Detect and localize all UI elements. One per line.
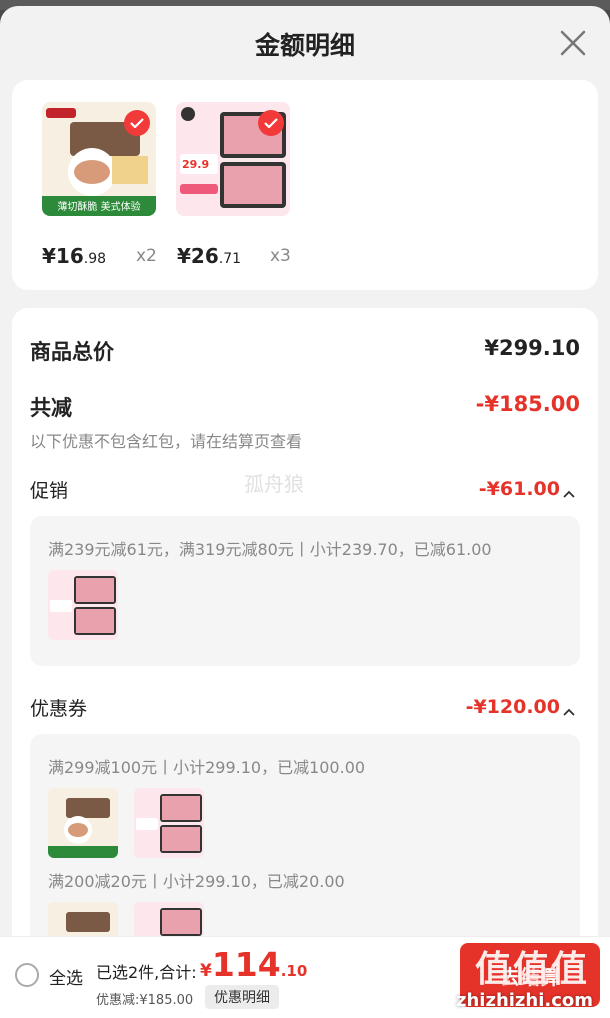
- discount-note: 以下优惠不包含红包，请在结算页查看: [30, 432, 303, 451]
- product-qty-1: x2: [136, 246, 157, 266]
- coupon-rule-2: 满200减20元丨小计299.10，已减20.00: [48, 872, 345, 891]
- select-all-label[interactable]: 全选: [49, 964, 83, 989]
- total-value: ¥299.10: [484, 336, 580, 360]
- site-logo-watermark: 值值值: [474, 949, 589, 990]
- amount-detail-card: 商品总价 ¥299.10 共减 -¥185.00 以下优惠不包含红包，请在结算页…: [12, 308, 598, 1018]
- promo-product-thumb: [48, 570, 118, 640]
- sheet-title: 金额明细: [254, 31, 355, 60]
- discount-amount: 优惠减:¥185.00: [96, 993, 194, 1008]
- discount-detail-button[interactable]: 优惠明细: [205, 985, 279, 1009]
- amount-detail-sheet: 金额明细 薄切酥脆 美式体验 29.9 ¥16.98 x2 ¥26.71 x3 …: [0, 6, 610, 1018]
- coupon-label: 优惠券: [30, 698, 88, 720]
- chevron-up-icon[interactable]: [562, 702, 576, 716]
- selected-check-icon: [124, 110, 150, 136]
- site-url-watermark: zhizhizhi.com: [456, 990, 594, 1011]
- coupon-product-thumb: [48, 788, 118, 858]
- product-image-1[interactable]: 薄切酥脆 美式体验: [42, 102, 156, 216]
- reduce-value: -¥185.00: [475, 392, 580, 416]
- promo-rule: 满239元减61元，满319元减80元丨小计239.70，已减61.00: [48, 540, 492, 559]
- select-all-radio[interactable]: [15, 963, 39, 987]
- chevron-up-icon[interactable]: [562, 484, 576, 498]
- total-label: 商品总价: [30, 340, 114, 364]
- close-icon[interactable]: [556, 26, 590, 60]
- promo-label: 促销: [30, 480, 69, 502]
- promo-box: 满239元减61元，满319元减80元丨小计239.70，已减61.00: [30, 516, 580, 666]
- selected-check-icon: [258, 110, 284, 136]
- product-qty-2: x3: [270, 246, 291, 266]
- watermark-text: 孤舟狼: [244, 472, 304, 496]
- product-promo-price: 29.9: [182, 158, 210, 171]
- product-item-1[interactable]: 薄切酥脆 美式体验: [42, 102, 156, 216]
- product-banner-text: 薄切酥脆 美式体验: [57, 202, 141, 213]
- product-price-2: ¥26.71: [177, 244, 242, 268]
- coupon-value[interactable]: -¥120.00: [466, 696, 560, 718]
- coupon-product-thumb: [134, 788, 204, 858]
- selected-count: 已选2件,合计:: [96, 963, 197, 982]
- product-item-2[interactable]: 29.9: [176, 102, 290, 216]
- promo-value[interactable]: -¥61.00: [479, 478, 560, 500]
- reduce-label: 共减: [30, 396, 72, 420]
- coupon-rule-1: 满299减100元丨小计299.10，已减100.00: [48, 758, 366, 777]
- product-image-2[interactable]: 29.9: [176, 102, 290, 216]
- total-amount: ¥114.10: [200, 945, 308, 984]
- product-price-1: ¥16.98: [42, 244, 107, 268]
